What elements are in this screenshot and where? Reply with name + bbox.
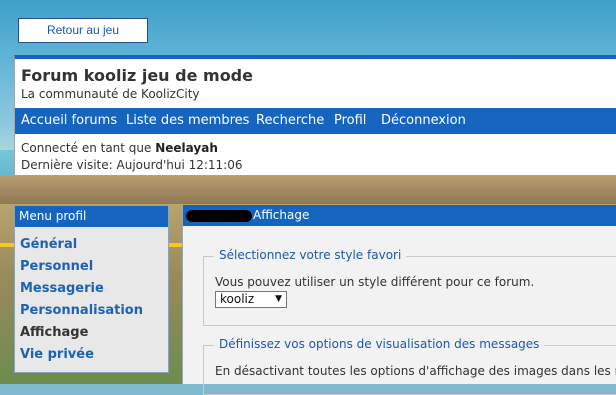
main-navbar: Accueil forums Liste des membres Recherc… (15, 108, 616, 134)
style-legend: Sélectionnez votre style favori (214, 248, 407, 262)
menu-item-customization[interactable]: Personnalisation (20, 303, 143, 318)
menu-item-display: Affichage (20, 325, 89, 340)
redacted-username (186, 210, 252, 222)
menu-item-messaging[interactable]: Messagerie (20, 281, 104, 296)
nav-profile[interactable]: Profil (334, 113, 366, 128)
profile-menu: Menu profil Général Personnel Messagerie… (14, 205, 169, 373)
panel-header: Affichage (183, 205, 616, 226)
nav-search[interactable]: Recherche (256, 113, 324, 128)
style-select-value: kooliz (220, 292, 255, 306)
back-to-game-button[interactable]: Retour au jeu (18, 18, 148, 43)
menu-item-privacy[interactable]: Vie privée (20, 347, 94, 362)
nav-logout[interactable]: Déconnexion (381, 113, 466, 128)
display-options-legend: Définissez vos options de visualisation … (214, 337, 545, 351)
connected-as: Connecté en tant que Neelayah (21, 141, 218, 155)
style-description: Vous pouvez utiliser un style différent … (215, 275, 535, 289)
display-options-description: En désactivant toutes les options d'affi… (215, 364, 616, 378)
forum-header: Forum kooliz jeu de mode La communauté d… (14, 55, 616, 175)
background-sand (0, 176, 616, 206)
nav-members[interactable]: Liste des membres (126, 113, 249, 128)
last-visit: Dernière visite: Aujourd'hui 12:11:06 (21, 158, 243, 172)
nav-home[interactable]: Accueil forums (21, 113, 117, 128)
forum-title[interactable]: Forum kooliz jeu de mode (21, 66, 253, 85)
profile-menu-title: Menu profil (15, 206, 168, 227)
menu-item-personal[interactable]: Personnel (20, 259, 93, 274)
style-select[interactable]: kooliz ▼ (215, 291, 287, 308)
forum-subtitle: La communauté de KoolizCity (21, 87, 200, 101)
panel-title: Affichage (253, 208, 310, 222)
username: Neelayah (155, 141, 218, 155)
chevron-down-icon: ▼ (275, 294, 282, 304)
menu-item-general[interactable]: Général (20, 237, 77, 252)
connected-prefix: Connecté en tant que (21, 141, 152, 155)
